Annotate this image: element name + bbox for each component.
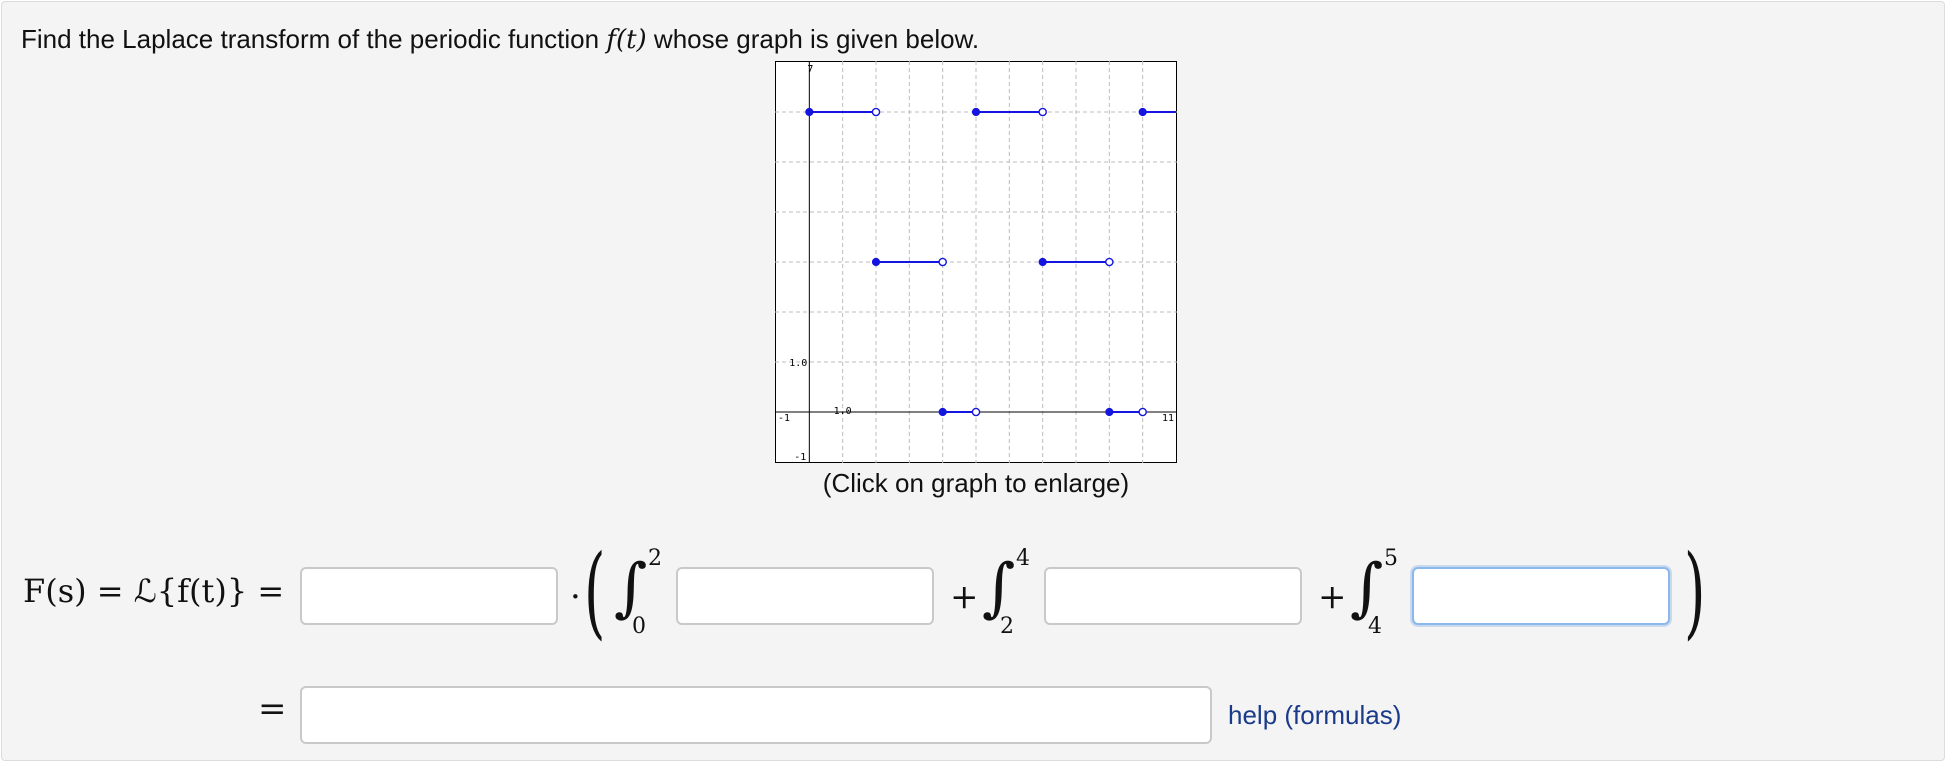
graph-caption: (Click on graph to enlarge) xyxy=(822,468,1130,498)
integral-sign-1: ∫ xyxy=(614,551,648,625)
integral-sign-2: ∫ xyxy=(982,551,1016,625)
plus-sign-1: + xyxy=(950,577,979,617)
integral-2-upper: 4 xyxy=(1016,546,1030,571)
laplace-lhs: F(s) = ℒ{f(t)} = xyxy=(23,572,285,610)
x-unit-tick-label: 1.0 xyxy=(834,406,852,417)
integrand-3-input[interactable] xyxy=(1412,567,1670,625)
graph-svg[interactable]: -1 11 7 -1 1.0 1.0 xyxy=(775,61,1177,463)
problem-prefix: Find the Laplace transform of the period… xyxy=(21,24,607,54)
plus-sign-2: + xyxy=(1318,577,1347,617)
integral-3-upper: 5 xyxy=(1384,546,1398,571)
problem-panel: Find the Laplace transform of the period… xyxy=(1,1,1945,761)
integral-1-lower: 0 xyxy=(632,614,646,639)
integrand-1-input[interactable] xyxy=(676,567,934,625)
closed-endpoint xyxy=(971,107,981,117)
help-formulas-link[interactable]: help (formulas) xyxy=(1228,700,1401,731)
x-max-tick-label: 11 xyxy=(1162,413,1174,424)
multiply-dot: · xyxy=(570,577,581,617)
closed-endpoint xyxy=(805,107,814,117)
open-endpoint xyxy=(971,407,981,417)
y-min-tick-label: -1 xyxy=(794,452,806,463)
closed-endpoint xyxy=(1038,257,1047,267)
closed-endpoint xyxy=(1105,407,1114,417)
closed-endpoint xyxy=(871,257,881,267)
open-endpoint xyxy=(871,107,881,117)
open-endpoint xyxy=(1105,257,1114,267)
function-graph[interactable]: -1 11 7 -1 1.0 1.0 xyxy=(775,61,1177,463)
open-endpoint xyxy=(1138,407,1147,417)
closed-endpoint xyxy=(1138,107,1147,117)
close-paren: ) xyxy=(1684,533,1706,650)
equals-sign: = xyxy=(258,689,287,729)
integrand-2-input[interactable] xyxy=(1044,567,1302,625)
final-answer-input[interactable] xyxy=(300,686,1212,744)
graph-frame xyxy=(775,61,1177,463)
y-max-tick-label: 7 xyxy=(807,64,813,75)
y-unit-tick-label: 1.0 xyxy=(789,358,807,369)
function-name: f(t) xyxy=(606,25,647,55)
factor-input[interactable] xyxy=(300,567,558,625)
integral-3-lower: 4 xyxy=(1368,614,1382,639)
integral-sign-3: ∫ xyxy=(1350,551,1384,625)
problem-statement: Find the Laplace transform of the period… xyxy=(21,24,979,55)
problem-suffix: whose graph is given below. xyxy=(646,24,980,54)
integral-2-lower: 2 xyxy=(1000,614,1014,639)
closed-endpoint xyxy=(938,407,947,417)
x-min-tick-label: -1 xyxy=(778,413,790,424)
laplace-answer-row: F(s) = ℒ{f(t)} = · ( ∫ 2 0 + ∫ 4 2 + ∫ 5… xyxy=(2,542,1948,652)
open-paren: ( xyxy=(584,533,606,650)
open-endpoint xyxy=(1038,107,1047,117)
open-endpoint xyxy=(938,257,947,267)
integral-1-upper: 2 xyxy=(648,546,662,571)
